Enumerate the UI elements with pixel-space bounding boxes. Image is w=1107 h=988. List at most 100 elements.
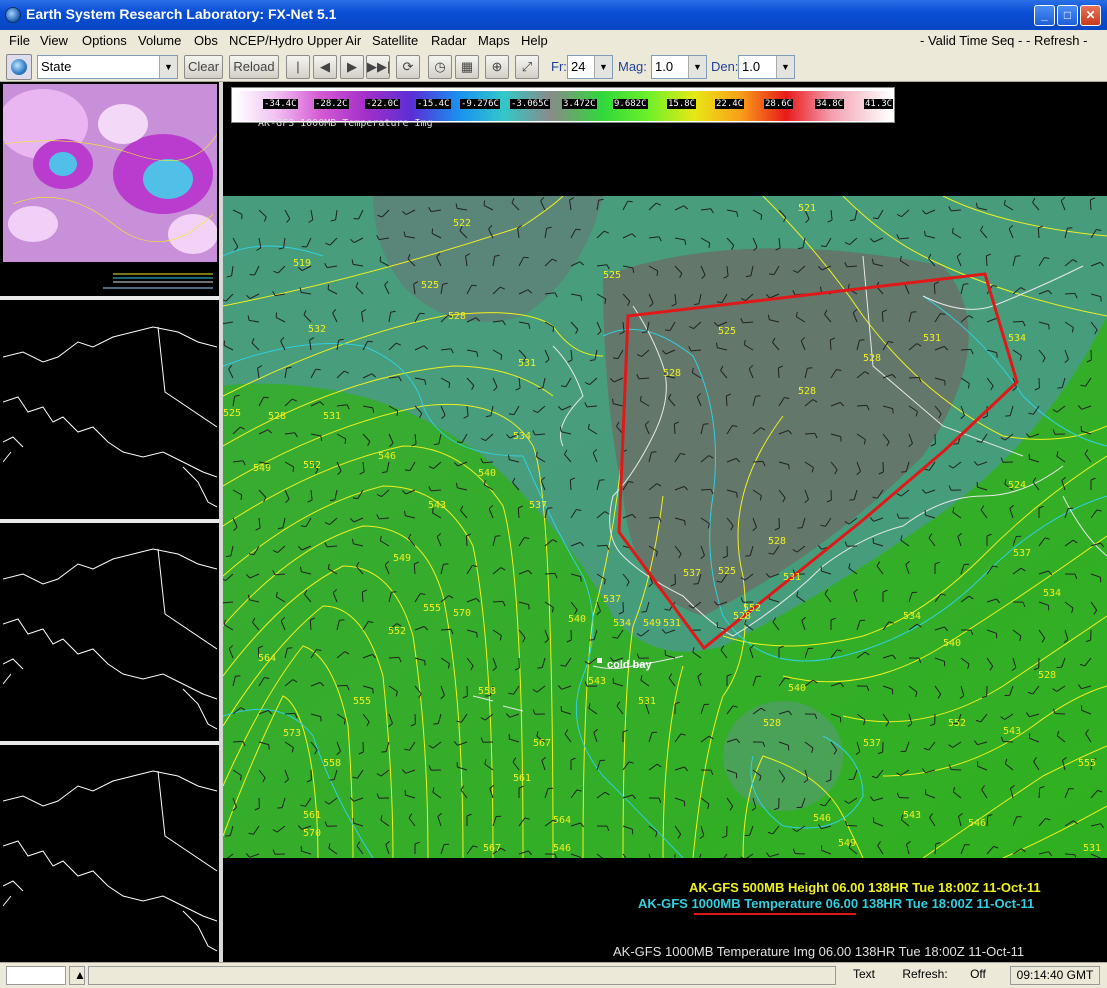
height-contour-label: 528 <box>1038 670 1056 681</box>
frame-select[interactable]: 24 ▼ <box>567 55 613 79</box>
height-contour-label: 519 <box>293 258 311 269</box>
wind-barb <box>829 339 832 351</box>
colorbar-tick: -34.4C <box>263 99 298 109</box>
menu-satellite[interactable]: Satellite <box>372 33 418 48</box>
wind-barb-flag <box>268 744 270 750</box>
wind-barb-flag <box>353 218 359 220</box>
wind-barb-flag <box>483 200 486 206</box>
height-contour-label: 531 <box>923 333 941 344</box>
wind-barb <box>1012 320 1024 323</box>
refresh-menu[interactable]: - Refresh - <box>1026 33 1087 48</box>
wind-barb <box>985 255 988 267</box>
clear-button[interactable]: Clear <box>184 55 223 79</box>
wind-barb-flag <box>944 380 946 386</box>
menu-options[interactable]: Options <box>82 33 127 48</box>
height-contour-label: 532 <box>308 324 326 335</box>
mag-value: 1.0 <box>655 59 674 74</box>
wind-barb-flag <box>901 471 907 473</box>
menu-view[interactable]: View <box>40 33 68 48</box>
wind-barb-flag <box>249 274 255 276</box>
height-contour-label: 537 <box>863 738 881 749</box>
den-select[interactable]: 1.0 ▼ <box>738 55 795 79</box>
wind-barb <box>950 769 962 771</box>
height-contour-label: 543 <box>428 500 446 511</box>
wind-barb <box>673 423 676 435</box>
main-display[interactable]: -34.4C -28.2C -22.0C -15.4C -9.276C -3.0… <box>223 82 1107 962</box>
prev-frame-icon[interactable]: ◀ <box>313 55 337 79</box>
status-toggle-icon[interactable]: ▲ <box>69 966 86 985</box>
height-contour-label: 528 <box>663 368 681 379</box>
wind-barb-flag <box>372 688 374 694</box>
weather-map[interactable]: cold bay 522 521 519 525 525 528 532 531 528 528 5… <box>223 196 1107 858</box>
thumbnail-map-3[interactable] <box>3 524 217 739</box>
close-button[interactable]: ✕ <box>1080 5 1101 26</box>
height-contour-label: 564 <box>258 653 276 664</box>
loop-icon[interactable]: ⟳ <box>396 55 420 79</box>
next-frame-icon[interactable]: ▶ <box>340 55 364 79</box>
crosshair-icon[interactable]: ⊕ <box>485 55 509 79</box>
colorbar-tick: 22.4C <box>715 99 745 109</box>
height-contour-label: 528 <box>863 353 881 364</box>
colorbar-tick: 9.682C <box>613 99 648 109</box>
wind-barb-flag <box>953 443 959 445</box>
station-marker <box>597 658 602 663</box>
menu-upper-air[interactable]: Upper Air <box>307 33 361 48</box>
globe-icon[interactable] <box>6 54 32 80</box>
wind-barb-flag <box>599 479 605 481</box>
chevron-down-icon: ▼ <box>776 56 794 78</box>
wind-barb-flag <box>703 423 709 425</box>
wind-barb-flag <box>575 228 581 231</box>
wind-barb-flag <box>859 339 865 341</box>
valid-time-seq-menu[interactable]: - Valid Time Seq - <box>920 33 1022 48</box>
height-contour-label: 528 <box>268 411 286 422</box>
zoom-icon[interactable]: ⤢ <box>515 55 539 79</box>
mag-select[interactable]: 1.0 ▼ <box>651 55 707 79</box>
first-frame-icon[interactable]: |◀◀ <box>286 55 310 96</box>
menu-maps[interactable]: Maps <box>478 33 510 48</box>
clock-icon[interactable]: ◷ <box>428 55 452 79</box>
height-contour-label: 552 <box>743 603 761 614</box>
wind-barb <box>933 283 936 295</box>
refresh-label: Refresh: <box>902 967 948 981</box>
scale-select[interactable]: State ▼ <box>37 55 178 79</box>
menu-volume[interactable]: Volume <box>138 33 181 48</box>
height-legend: AK-GFS 500MB Height 06.00 138HR Tue 18:0… <box>689 880 1041 895</box>
wind-barb-flag <box>996 352 998 358</box>
menu-obs[interactable]: Obs <box>194 33 218 48</box>
refresh-toggle[interactable]: Off <box>958 966 998 985</box>
colorbar-tick: -3.065C <box>510 99 550 109</box>
thumbnail-map-2[interactable] <box>3 302 217 517</box>
thumbnail-precip[interactable] <box>3 84 217 294</box>
height-contour-label: 552 <box>303 460 321 471</box>
maximize-button[interactable]: □ <box>1057 5 1078 26</box>
height-contour-label: 528 <box>763 718 781 729</box>
menu-bar: File View Options Volume Obs NCEP/Hydro … <box>0 30 1107 52</box>
minimize-button[interactable]: _ <box>1034 5 1055 26</box>
colorbar-tick: -9.276C <box>460 99 500 109</box>
height-contour-label: 549 <box>253 463 271 474</box>
height-contour-label: 534 <box>1008 333 1026 344</box>
wind-barb-flag <box>849 499 855 501</box>
wind-barb-flag <box>424 660 426 666</box>
height-contour-label: 528 <box>448 311 466 322</box>
menu-ncep-hydro[interactable]: NCEP/Hydro <box>229 33 303 48</box>
wind-barb-flag <box>396 410 399 416</box>
height-contour-label: 567 <box>533 738 551 749</box>
last-frame-icon[interactable]: ▶▶| <box>366 55 390 79</box>
text-button[interactable]: Text <box>840 966 888 985</box>
clock-display: 09:14:40 GMT <box>1010 966 1100 985</box>
wind-barb-flag <box>664 329 671 332</box>
reload-button[interactable]: Reload <box>229 55 279 79</box>
wind-barb <box>725 395 728 407</box>
menu-radar[interactable]: Radar <box>431 33 466 48</box>
height-contour-label: 543 <box>588 676 606 687</box>
status-message <box>88 966 836 985</box>
wind-barb-flag <box>612 357 619 360</box>
thumbnail-map-4[interactable] <box>3 746 217 960</box>
wind-barb-flag <box>736 492 738 498</box>
frame-label: Fr: <box>551 59 567 74</box>
menu-help[interactable]: Help <box>521 33 548 48</box>
menu-file[interactable]: File <box>9 33 30 48</box>
wind-barb-flag <box>476 632 478 638</box>
image-icon[interactable]: ▦ <box>455 55 479 79</box>
